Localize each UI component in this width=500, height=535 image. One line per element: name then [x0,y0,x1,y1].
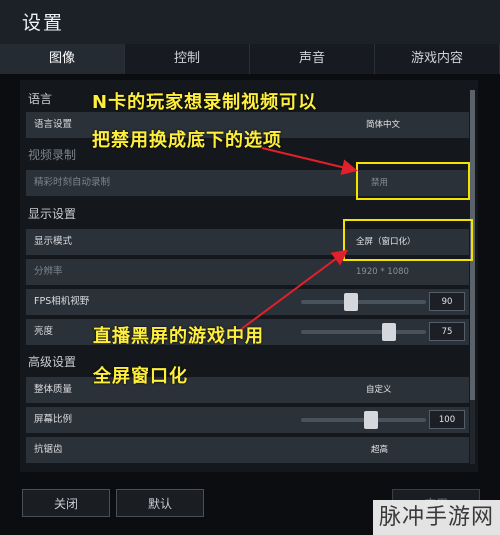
arrow-to-display-box [239,249,349,331]
watermark: 脉冲手游网 [373,500,500,535]
annotation-line-3: 直播黑屏的游戏中用 [93,326,264,347]
default-button[interactable]: 默认 [116,489,204,517]
annotation-line-2: 把禁用换成底下的选项 [92,130,282,151]
annotation-line-4: 全屏窗口化 [93,366,188,387]
annotation-arrows [239,147,358,331]
close-button[interactable]: 关闭 [22,489,110,517]
annotation-line-1: N卡的玩家想录制视频可以 [92,92,318,113]
